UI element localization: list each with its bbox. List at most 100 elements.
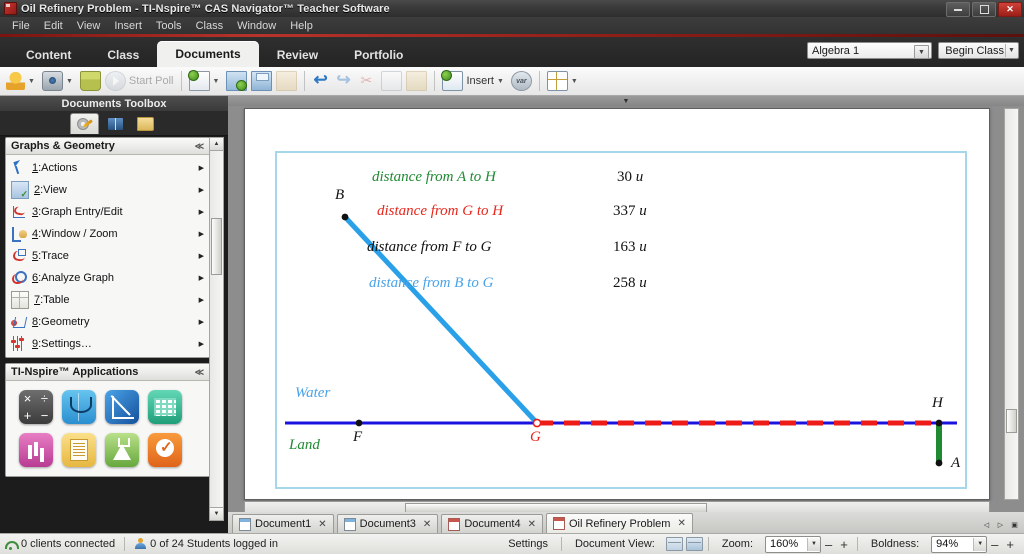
toolbox-scrollbar[interactable]: ▲ ▼ (209, 137, 224, 521)
scrollbar-thumb[interactable] (1006, 409, 1017, 433)
region-label-land[interactable]: Land (289, 437, 320, 454)
close-icon[interactable]: ✕ (677, 518, 685, 529)
collapse-icon[interactable]: ≪ (195, 141, 204, 152)
undo-button[interactable] (310, 69, 333, 93)
geometry-canvas[interactable]: distance from A to H 30 u distance from … (275, 151, 967, 489)
menu-help[interactable]: Help (283, 19, 320, 33)
menu-item-trace[interactable]: 5:Trace ▶ (6, 245, 209, 267)
measurement-label-b-to-g[interactable]: distance from B to G (369, 275, 493, 292)
graphs-app-icon[interactable] (62, 390, 96, 424)
computer-view-icon[interactable] (685, 537, 703, 551)
chevron-down-icon[interactable]: ▼ (497, 78, 504, 85)
document-tab-document1[interactable]: Document1 ✕ (232, 514, 334, 533)
collapse-icon[interactable]: ≪ (195, 367, 204, 378)
menu-view[interactable]: View (70, 19, 108, 33)
menu-item-settings[interactable]: 9:Settings… ▶ (6, 333, 209, 355)
menu-edit[interactable]: Edit (37, 19, 70, 33)
close-icon[interactable]: ✕ (423, 519, 431, 530)
boldness-select[interactable]: 94% ▼ (931, 535, 988, 553)
maximize-button[interactable] (972, 2, 996, 17)
measurement-label-a-to-h[interactable]: distance from A to H (372, 169, 496, 186)
group-header[interactable]: Graphs & Geometry ≪ (6, 138, 209, 155)
quick-poll-app-icon[interactable] (148, 433, 182, 467)
menu-item-actions[interactable]: 1:Actions ▶ (6, 157, 209, 179)
save-document-button[interactable] (249, 69, 274, 93)
point-label-F[interactable]: F (353, 429, 362, 446)
menu-class[interactable]: Class (189, 19, 231, 33)
measurement-value-g-to-h[interactable]: 337 u (613, 203, 647, 220)
vernier-datacollection-app-icon[interactable] (105, 433, 139, 467)
tab-portfolio[interactable]: Portfolio (336, 43, 421, 67)
menu-item-graph-entry-edit[interactable]: 3:Graph Entry/Edit ▶ (6, 201, 209, 223)
chevron-down-icon[interactable]: ▼ (807, 537, 821, 551)
menu-tools[interactable]: Tools (149, 19, 189, 33)
screen-capture-button[interactable]: ▼ (40, 69, 78, 93)
document-page[interactable]: distance from A to H 30 u distance from … (244, 108, 990, 500)
lists-spreadsheet-app-icon[interactable] (148, 390, 182, 424)
tab-class[interactable]: Class (89, 43, 157, 67)
paste-button[interactable] (404, 69, 429, 93)
boldness-increase-button[interactable]: + (1002, 537, 1018, 552)
point-label-G[interactable]: G (530, 429, 541, 446)
measurement-label-f-to-g[interactable]: distance from F to G (367, 239, 491, 256)
document-tab-document4[interactable]: Document4 ✕ (441, 514, 543, 533)
toolbox-tab-tools[interactable] (69, 113, 99, 134)
menu-file[interactable]: File (5, 19, 37, 33)
vertical-scrollbar[interactable] (1004, 108, 1019, 500)
menu-item-table[interactable]: 7:Table ▶ (6, 289, 209, 311)
start-poll-button[interactable]: Start Poll (103, 69, 176, 93)
measurement-value-f-to-g[interactable]: 163 u (613, 239, 647, 256)
insert-button[interactable]: Insert ▼ (440, 69, 508, 93)
redo-button[interactable] (333, 69, 356, 93)
scrollbar-thumb[interactable] (211, 218, 222, 275)
close-button[interactable]: ✕ (998, 2, 1022, 17)
menu-item-view[interactable]: 2:View ▶ (6, 179, 209, 201)
document-tab-oil-refinery-problem[interactable]: Oil Refinery Problem ✕ (545, 513, 693, 533)
menu-window[interactable]: Window (230, 19, 283, 33)
variables-button[interactable]: var (509, 69, 534, 93)
chevron-down-icon[interactable]: ▼ (213, 78, 220, 85)
cut-button[interactable] (356, 69, 379, 93)
save-all-button[interactable] (274, 69, 299, 93)
begin-class-button[interactable]: Begin Class ▼ (938, 42, 1019, 59)
handheld-view-icon[interactable] (665, 537, 683, 551)
calculator-app-icon[interactable]: × ÷ + − (19, 390, 53, 424)
page-divider-handle[interactable]: ▼ (228, 96, 1024, 106)
tab-prev-icon[interactable]: ◁ (981, 518, 992, 531)
toolbox-tab-utilities[interactable] (102, 114, 129, 134)
copy-button[interactable] (379, 69, 404, 93)
measurement-value-b-to-g[interactable]: 258 u (613, 275, 647, 292)
data-statistics-app-icon[interactable] (19, 433, 53, 467)
geometry-app-icon[interactable] (105, 390, 139, 424)
chevron-down-icon[interactable]: ▼ (66, 78, 73, 85)
tab-documents[interactable]: Documents (157, 41, 259, 67)
tab-content[interactable]: Content (8, 43, 89, 67)
tab-list-icon[interactable]: ▣ (1009, 518, 1020, 531)
notes-app-icon[interactable] (62, 433, 96, 467)
measurement-label-g-to-h[interactable]: distance from G to H (377, 203, 503, 220)
new-document-button[interactable]: ▼ (187, 69, 225, 93)
chevron-down-icon[interactable]: ▼ (973, 537, 987, 551)
tab-next-icon[interactable]: ▷ (995, 518, 1006, 531)
zoom-decrease-button[interactable]: – (821, 537, 836, 552)
chevron-down-icon[interactable]: ▼ (28, 78, 35, 85)
region-label-water[interactable]: Water (295, 385, 330, 402)
collect-button[interactable] (78, 69, 103, 93)
menu-item-window-zoom[interactable]: 4:Window / Zoom ▶ (6, 223, 209, 245)
open-document-button[interactable] (224, 69, 249, 93)
settings-button[interactable]: Settings (500, 538, 556, 550)
teacher-tool-button[interactable]: ▼ (4, 69, 40, 93)
boldness-decrease-button[interactable]: – (987, 537, 1002, 552)
point-label-A[interactable]: A (951, 455, 960, 472)
point-label-B[interactable]: B (335, 187, 344, 204)
menu-item-geometry[interactable]: 8:Geometry ▶ (6, 311, 209, 333)
layout-button[interactable]: ▼ (545, 69, 583, 93)
minimize-button[interactable] (946, 2, 970, 17)
chevron-down-icon[interactable]: ▼ (571, 78, 578, 85)
measurement-value-a-to-h[interactable]: 30 u (617, 169, 643, 186)
close-icon[interactable]: ✕ (318, 519, 326, 530)
zoom-increase-button[interactable]: + (836, 537, 852, 552)
zoom-select[interactable]: 160% ▼ (765, 535, 822, 553)
scroll-down-icon[interactable]: ▼ (210, 507, 223, 520)
menu-item-analyze-graph[interactable]: 6:Analyze Graph ▶ (6, 267, 209, 289)
